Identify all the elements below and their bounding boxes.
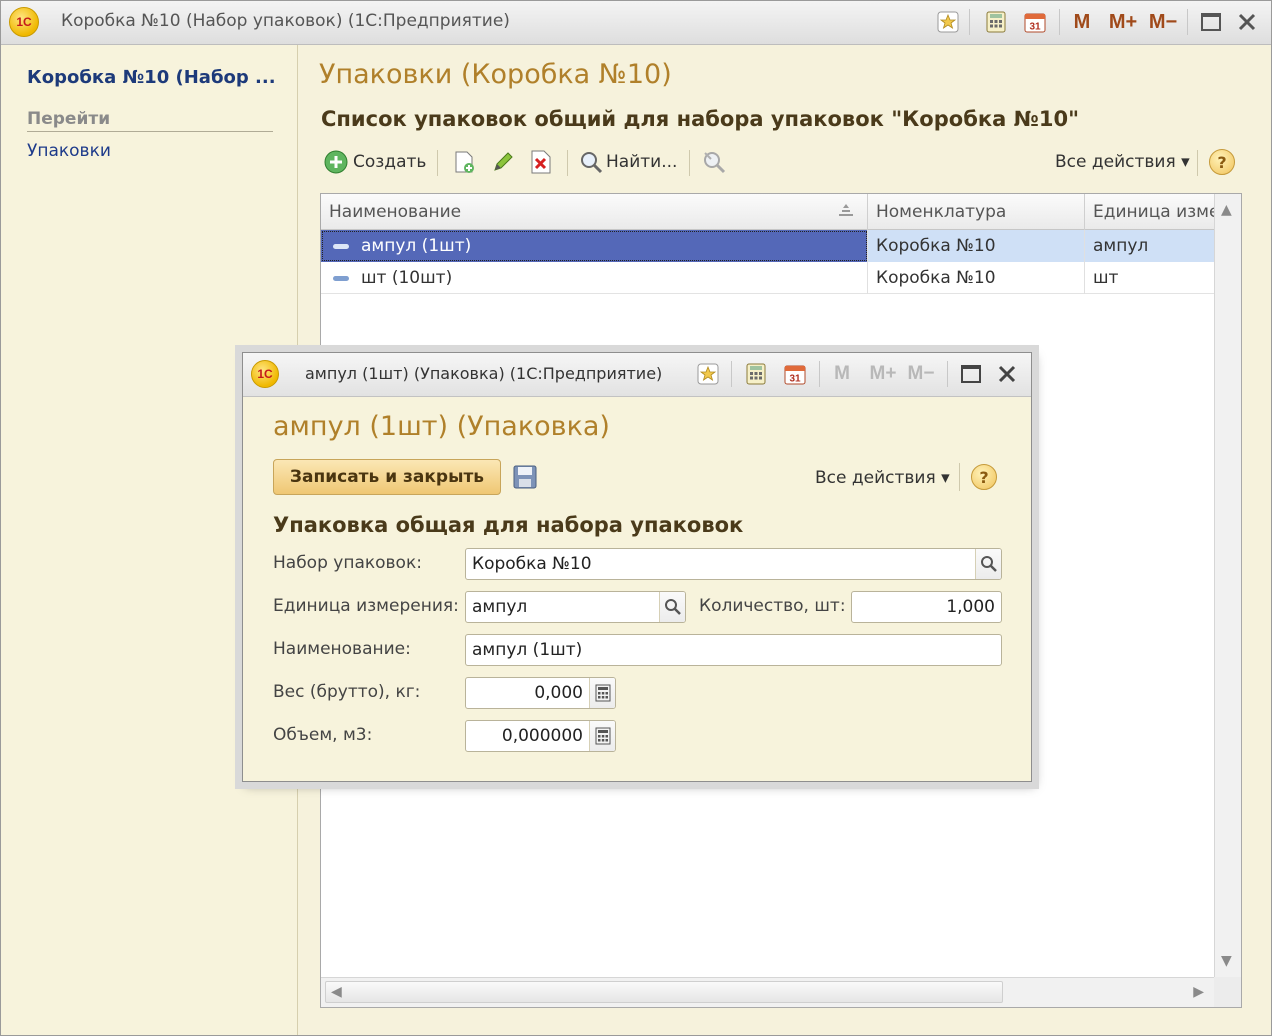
calculator-icon[interactable] bbox=[589, 678, 615, 708]
row-unit-cell: шт bbox=[1093, 268, 1119, 288]
quantity-field[interactable]: 1,000 bbox=[851, 591, 1002, 623]
find-button[interactable]: Найти... bbox=[579, 143, 677, 181]
modal-title: ампул (1шт) (Упаковка) (1С:Предприятие) bbox=[305, 364, 663, 383]
calendar-icon[interactable]: 31 bbox=[782, 361, 808, 387]
form-all-actions-menu[interactable]: Все действия ▾ bbox=[815, 465, 950, 491]
memory-minus-button[interactable]: M− bbox=[905, 361, 937, 387]
favorite-star-icon[interactable] bbox=[695, 361, 721, 387]
form-section-title: Упаковка общая для набора упаковок bbox=[273, 513, 744, 537]
app-logo: 1С bbox=[251, 360, 279, 388]
memory-minus-button[interactable]: M− bbox=[1147, 9, 1179, 35]
search-icon[interactable] bbox=[975, 549, 1001, 579]
scroll-corner bbox=[1214, 977, 1241, 1007]
item-marker-icon bbox=[333, 243, 349, 249]
volume-label: Объем, м3: bbox=[273, 725, 373, 745]
sidebar-title: Коробка №10 (Набор ... bbox=[27, 67, 276, 88]
table-row[interactable]: ампул (1шт) Коробка №10 ампул bbox=[321, 230, 1214, 262]
sort-icon bbox=[837, 194, 855, 230]
add-icon bbox=[323, 149, 349, 175]
memory-m-button[interactable]: M bbox=[1071, 9, 1093, 35]
calculator-icon[interactable] bbox=[589, 721, 615, 751]
scroll-up-icon[interactable]: ▲ bbox=[1221, 202, 1232, 218]
row-nomenclature-cell: Коробка №10 bbox=[868, 262, 1085, 294]
set-field[interactable]: Коробка №10 bbox=[465, 548, 1002, 580]
modal-titlebar: 1С ампул (1шт) (Упаковка) (1С:Предприяти… bbox=[243, 353, 1031, 397]
close-icon[interactable] bbox=[1235, 9, 1259, 35]
table-header: Наименование Номенклатура Единица изме bbox=[321, 194, 1214, 230]
weight-label: Вес (брутто), кг: bbox=[273, 682, 421, 702]
name-field[interactable]: ампул (1шт) bbox=[465, 634, 1002, 666]
unit-field[interactable]: ампул bbox=[465, 591, 686, 623]
svg-text:31: 31 bbox=[1029, 22, 1041, 33]
search-icon[interactable] bbox=[659, 592, 685, 622]
help-icon: ? bbox=[1209, 149, 1235, 175]
all-actions-menu[interactable]: Все действия ▾ bbox=[1055, 143, 1190, 181]
page-title: Упаковки (Коробка №10) bbox=[319, 59, 672, 90]
memory-plus-button[interactable]: M+ bbox=[1107, 9, 1139, 35]
scroll-right-icon[interactable]: ▶ bbox=[1193, 984, 1204, 1000]
main-titlebar: 1С Коробка №10 (Набор упаковок) (1С:Пред… bbox=[1, 1, 1271, 45]
help-button[interactable]: ? bbox=[1209, 143, 1235, 181]
list-heading: Список упаковок общий для набора упаково… bbox=[321, 107, 1080, 131]
scroll-thumb[interactable] bbox=[325, 981, 1003, 1003]
edit-icon[interactable] bbox=[491, 143, 515, 181]
calculator-icon[interactable] bbox=[743, 361, 769, 387]
search-cancel-icon[interactable] bbox=[701, 143, 727, 181]
create-label: Создать bbox=[353, 152, 427, 172]
maximize-icon[interactable] bbox=[1199, 9, 1223, 35]
name-label: Наименование: bbox=[273, 639, 411, 659]
close-icon[interactable] bbox=[995, 361, 1019, 387]
row-nomenclature-cell: Коробка №10 bbox=[868, 230, 1085, 262]
sidebar-item-packages[interactable]: Упаковки bbox=[27, 141, 111, 161]
delete-icon[interactable] bbox=[529, 143, 553, 181]
column-header-nomenclature[interactable]: Номенклатура bbox=[868, 194, 1085, 230]
row-name-cell: ампул (1шт) bbox=[321, 230, 868, 262]
sidebar-section-goto: Перейти bbox=[27, 109, 273, 132]
horizontal-scrollbar[interactable]: ◀ ▶ bbox=[321, 977, 1214, 1007]
column-header-unit[interactable]: Единица изме bbox=[1085, 194, 1214, 230]
volume-field[interactable]: 0,000000 bbox=[465, 720, 616, 752]
unit-label: Единица измерения: bbox=[273, 596, 459, 616]
table-row[interactable]: шт (10шт) Коробка №10 шт bbox=[321, 262, 1214, 294]
window-title: Коробка №10 (Набор упаковок) (1С:Предпри… bbox=[61, 11, 510, 31]
copy-icon[interactable] bbox=[451, 143, 477, 181]
list-command-bar: Создать Найти... Все действия ▾ ? bbox=[321, 143, 1241, 181]
memory-plus-button[interactable]: M+ bbox=[867, 361, 899, 387]
save-and-close-button[interactable]: Записать и закрыть bbox=[273, 459, 501, 495]
calendar-icon[interactable]: 31 bbox=[1022, 9, 1048, 35]
row-name-cell: шт (10шт) bbox=[321, 262, 868, 294]
row-unit-cell: ампул bbox=[1085, 230, 1214, 262]
find-label: Найти... bbox=[606, 152, 678, 172]
memory-m-button[interactable]: M bbox=[831, 361, 853, 387]
vertical-scrollbar[interactable]: ▲ ▼ bbox=[1214, 194, 1241, 977]
column-header-name[interactable]: Наименование bbox=[321, 194, 868, 230]
svg-text:31: 31 bbox=[789, 374, 801, 385]
set-label: Набор упаковок: bbox=[273, 553, 422, 573]
create-button[interactable]: Создать bbox=[323, 143, 426, 181]
package-form-window: 1С ампул (1шт) (Упаковка) (1С:Предприяти… bbox=[242, 352, 1032, 782]
calculator-icon[interactable] bbox=[983, 9, 1009, 35]
scroll-down-icon[interactable]: ▼ bbox=[1221, 953, 1232, 969]
search-icon bbox=[579, 150, 603, 174]
weight-field[interactable]: 0,000 bbox=[465, 677, 616, 709]
maximize-icon[interactable] bbox=[959, 361, 983, 387]
save-icon[interactable] bbox=[513, 465, 537, 489]
quantity-label: Количество, шт: bbox=[699, 596, 846, 616]
item-marker-icon bbox=[333, 275, 349, 281]
form-help-button[interactable]: ? bbox=[971, 464, 997, 490]
favorite-star-icon[interactable] bbox=[935, 9, 961, 35]
scroll-left-icon[interactable]: ◀ bbox=[331, 984, 342, 1000]
app-logo: 1С bbox=[9, 7, 39, 37]
form-title: ампул (1шт) (Упаковка) bbox=[273, 411, 610, 442]
help-icon: ? bbox=[971, 464, 997, 490]
